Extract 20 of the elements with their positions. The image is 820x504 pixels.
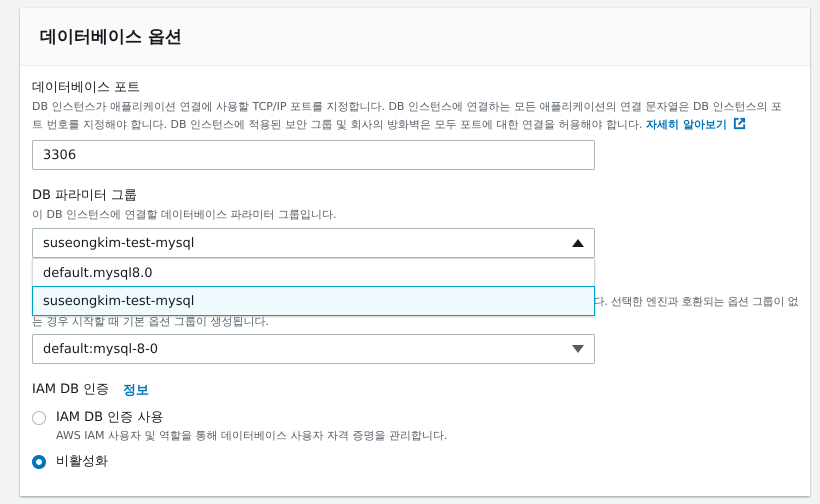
field-description: DB 인스턴스가 애플리케이션 연결에 사용할 TCP/IP 포트를 지정합니다. DB 인스턴스에 연결하는 모든 애플리케이션의 연결 문자열은 DB 인스턴스의 포트 번호를 지정해야 합니다. DB 인스턴스에 적용된 보안 그룹 및 회사의 방화벽은 모두 포트에 대한 연결을 허용해야 합니다. 자세히 알아보기 — [32, 99, 783, 133]
port-input-field[interactable]: 3306 — [32, 140, 595, 170]
learn-more-link[interactable]: 자세히 알아보기 — [646, 118, 746, 131]
field-description: 이 DB 인스턴스에 연결할 데이터베이스 파라미터 그룹입니다. — [32, 207, 336, 223]
field-label: IAM DB 인증 — [32, 381, 110, 399]
info-link[interactable]: 정보 — [123, 381, 150, 399]
radio-button[interactable] — [32, 411, 46, 425]
dropdown-option[interactable]: suseongkim-test-mysql — [33, 287, 594, 315]
radio-button[interactable] — [32, 455, 46, 469]
section-title: 데이터베이스 옵션 — [40, 26, 182, 48]
field-description: 는 경우 시작할 때 기본 옵션 그룹이 생성됩니다. — [32, 314, 269, 330]
radio-label: 비활성화 — [56, 453, 108, 471]
radio-label: IAM DB 인증 사용 — [56, 409, 164, 427]
parameter-group-select[interactable]: suseongkim-test-mysql — [32, 228, 595, 258]
field-label: 데이터베이스 포트 — [32, 79, 140, 97]
external-link-icon — [732, 117, 746, 130]
field-label: DB 파라미터 그룹 — [32, 187, 138, 205]
option-group-select[interactable]: default:mysql-8-0 — [32, 334, 595, 364]
dropdown-option[interactable]: default.mysql8.0 — [33, 259, 594, 287]
option-description: AWS IAM 사용자 및 역할을 통해 데이터베이스 사용자 자격 증명을 관리합니다. — [56, 428, 448, 444]
